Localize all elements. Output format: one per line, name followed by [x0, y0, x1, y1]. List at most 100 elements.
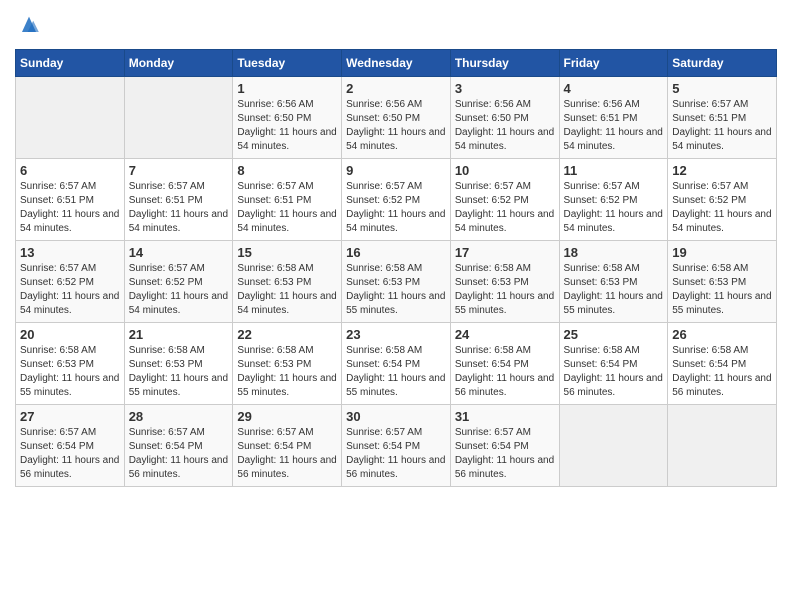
day-number: 7	[129, 163, 229, 178]
cell-details: Sunrise: 6:57 AMSunset: 6:51 PMDaylight:…	[237, 180, 337, 236]
day-number: 21	[129, 327, 229, 342]
cell-details: Sunrise: 6:56 AMSunset: 6:51 PMDaylight:…	[564, 98, 664, 154]
calendar-cell: 29Sunrise: 6:57 AMSunset: 6:54 PMDayligh…	[233, 405, 342, 487]
cell-details: Sunrise: 6:57 AMSunset: 6:51 PMDaylight:…	[129, 180, 229, 236]
calendar-cell: 24Sunrise: 6:58 AMSunset: 6:54 PMDayligh…	[450, 323, 559, 405]
cell-details: Sunrise: 6:58 AMSunset: 6:54 PMDaylight:…	[346, 344, 446, 400]
cell-details: Sunrise: 6:58 AMSunset: 6:53 PMDaylight:…	[564, 262, 664, 318]
cell-details: Sunrise: 6:57 AMSunset: 6:54 PMDaylight:…	[455, 426, 555, 482]
calendar-cell: 23 Sunrise: 6:58 AMSunset: 6:54 PMDayligh…	[342, 323, 451, 405]
calendar-cell: 8 Sunrise: 6:57 AMSunset: 6:51 PMDaylight…	[233, 159, 342, 241]
week-row-4: 20 Sunrise: 6:58 AMSunset: 6:53 PMDayligh…	[16, 323, 777, 405]
day-number: 9	[346, 163, 446, 178]
calendar-cell: 22Sunrise: 6:58 AMSunset: 6:53 PMDayligh…	[233, 323, 342, 405]
calendar-cell: 25 Sunrise: 6:58 AMSunset: 6:54 PMDayligh…	[559, 323, 668, 405]
week-row-2: 6 Sunrise: 6:57 AMSunset: 6:51 PMDaylight…	[16, 159, 777, 241]
cell-details: Sunrise: 6:58 AMSunset: 6:54 PMDaylight:…	[672, 344, 772, 400]
day-number: 28	[129, 409, 229, 424]
calendar-cell: 19 Sunrise: 6:58 AMSunset: 6:53 PMDayligh…	[668, 241, 777, 323]
cell-details: Sunrise: 6:58 AMSunset: 6:53 PMDaylight:…	[672, 262, 772, 318]
calendar-cell: 10 Sunrise: 6:57 AMSunset: 6:52 PMDayligh…	[450, 159, 559, 241]
day-number: 14	[129, 245, 229, 260]
day-number: 20	[20, 327, 120, 342]
day-header-thursday: Thursday	[450, 50, 559, 77]
calendar-cell: 27Sunrise: 6:57 AMSunset: 6:54 PMDayligh…	[16, 405, 125, 487]
cell-details: Sunrise: 6:58 AMSunset: 6:53 PMDaylight:…	[237, 344, 337, 400]
cell-details: Sunrise: 6:56 AMSunset: 6:50 PMDaylight:…	[237, 98, 337, 154]
calendar-cell: 28 Sunrise: 6:57 AMSunset: 6:54 PMDayligh…	[124, 405, 233, 487]
calendar-cell: 1 Sunrise: 6:56 AMSunset: 6:50 PMDaylight…	[233, 77, 342, 159]
cell-details: Sunrise: 6:58 AMSunset: 6:54 PMDaylight:…	[455, 344, 555, 400]
day-number: 18	[564, 245, 664, 260]
calendar-cell: 11Sunrise: 6:57 AMSunset: 6:52 PMDayligh…	[559, 159, 668, 241]
day-number: 16	[346, 245, 446, 260]
cell-details: Sunrise: 6:57 AMSunset: 6:54 PMDaylight:…	[237, 426, 337, 482]
calendar-cell: 12Sunrise: 6:57 AMSunset: 6:52 PMDayligh…	[668, 159, 777, 241]
calendar-cell	[124, 77, 233, 159]
calendar-cell: 16 Sunrise: 6:58 AMSunset: 6:53 PMDayligh…	[342, 241, 451, 323]
week-row-1: 1 Sunrise: 6:56 AMSunset: 6:50 PMDaylight…	[16, 77, 777, 159]
cell-details: Sunrise: 6:56 AMSunset: 6:50 PMDaylight:…	[455, 98, 555, 154]
cell-details: Sunrise: 6:57 AMSunset: 6:54 PMDaylight:…	[129, 426, 229, 482]
cell-details: Sunrise: 6:56 AMSunset: 6:50 PMDaylight:…	[346, 98, 446, 154]
cell-details: Sunrise: 6:58 AMSunset: 6:53 PMDaylight:…	[346, 262, 446, 318]
day-number: 6	[20, 163, 120, 178]
calendar-cell: 17 Sunrise: 6:58 AMSunset: 6:53 PMDayligh…	[450, 241, 559, 323]
day-number: 5	[672, 81, 772, 96]
cell-details: Sunrise: 6:58 AMSunset: 6:54 PMDaylight:…	[564, 344, 664, 400]
cell-details: Sunrise: 6:57 AMSunset: 6:54 PMDaylight:…	[346, 426, 446, 482]
day-number: 13	[20, 245, 120, 260]
day-number: 25	[564, 327, 664, 342]
calendar-cell: 18 Sunrise: 6:58 AMSunset: 6:53 PMDayligh…	[559, 241, 668, 323]
week-row-3: 13 Sunrise: 6:57 AMSunset: 6:52 PMDayligh…	[16, 241, 777, 323]
calendar-cell: 21 Sunrise: 6:58 AMSunset: 6:53 PMDayligh…	[124, 323, 233, 405]
day-number: 4	[564, 81, 664, 96]
cell-details: Sunrise: 6:57 AMSunset: 6:54 PMDaylight:…	[20, 426, 120, 482]
cell-details: Sunrise: 6:57 AMSunset: 6:52 PMDaylight:…	[672, 180, 772, 236]
day-number: 1	[237, 81, 337, 96]
calendar-cell: 5 Sunrise: 6:57 AMSunset: 6:51 PMDaylight…	[668, 77, 777, 159]
calendar-cell: 20 Sunrise: 6:58 AMSunset: 6:53 PMDayligh…	[16, 323, 125, 405]
calendar-cell: 7 Sunrise: 6:57 AMSunset: 6:51 PMDaylight…	[124, 159, 233, 241]
logo	[15, 15, 47, 39]
day-header-sunday: Sunday	[16, 50, 125, 77]
calendar-cell: 26 Sunrise: 6:58 AMSunset: 6:54 PMDayligh…	[668, 323, 777, 405]
day-number: 2	[346, 81, 446, 96]
calendar-header-row: SundayMondayTuesdayWednesdayThursdayFrid…	[16, 50, 777, 77]
calendar-cell: 15 Sunrise: 6:58 AMSunset: 6:53 PMDayligh…	[233, 241, 342, 323]
cell-details: Sunrise: 6:58 AMSunset: 6:53 PMDaylight:…	[455, 262, 555, 318]
calendar-cell: 4 Sunrise: 6:56 AMSunset: 6:51 PMDaylight…	[559, 77, 668, 159]
calendar-cell: 6Sunrise: 6:57 AMSunset: 6:51 PMDaylight…	[16, 159, 125, 241]
page-header	[15, 15, 777, 39]
calendar-cell: 9 Sunrise: 6:57 AMSunset: 6:52 PMDaylight…	[342, 159, 451, 241]
day-header-saturday: Saturday	[668, 50, 777, 77]
cell-details: Sunrise: 6:58 AMSunset: 6:53 PMDaylight:…	[129, 344, 229, 400]
day-number: 17	[455, 245, 555, 260]
cell-details: Sunrise: 6:58 AMSunset: 6:53 PMDaylight:…	[237, 262, 337, 318]
calendar-cell	[668, 405, 777, 487]
calendar-cell: 3Sunrise: 6:56 AMSunset: 6:50 PMDaylight…	[450, 77, 559, 159]
day-header-monday: Monday	[124, 50, 233, 77]
calendar-cell: 31 Sunrise: 6:57 AMSunset: 6:54 PMDayligh…	[450, 405, 559, 487]
calendar-cell: 2 Sunrise: 6:56 AMSunset: 6:50 PMDaylight…	[342, 77, 451, 159]
cell-details: Sunrise: 6:58 AMSunset: 6:53 PMDaylight:…	[20, 344, 120, 400]
logo-icon	[15, 11, 43, 39]
cell-details: Sunrise: 6:57 AMSunset: 6:52 PMDaylight:…	[455, 180, 555, 236]
day-header-friday: Friday	[559, 50, 668, 77]
cell-details: Sunrise: 6:57 AMSunset: 6:52 PMDaylight:…	[346, 180, 446, 236]
calendar-cell	[559, 405, 668, 487]
cell-details: Sunrise: 6:57 AMSunset: 6:52 PMDaylight:…	[129, 262, 229, 318]
calendar-cell: 14 Sunrise: 6:57 AMSunset: 6:52 PMDayligh…	[124, 241, 233, 323]
cell-details: Sunrise: 6:57 AMSunset: 6:52 PMDaylight:…	[564, 180, 664, 236]
day-number: 31	[455, 409, 555, 424]
day-number: 10	[455, 163, 555, 178]
cell-details: Sunrise: 6:57 AMSunset: 6:51 PMDaylight:…	[672, 98, 772, 154]
day-number: 23	[346, 327, 446, 342]
day-number: 15	[237, 245, 337, 260]
day-number: 19	[672, 245, 772, 260]
calendar-table: SundayMondayTuesdayWednesdayThursdayFrid…	[15, 49, 777, 487]
calendar-cell: 13Sunrise: 6:57 AMSunset: 6:52 PMDayligh…	[16, 241, 125, 323]
week-row-5: 27Sunrise: 6:57 AMSunset: 6:54 PMDayligh…	[16, 405, 777, 487]
day-number: 8	[237, 163, 337, 178]
day-number: 26	[672, 327, 772, 342]
